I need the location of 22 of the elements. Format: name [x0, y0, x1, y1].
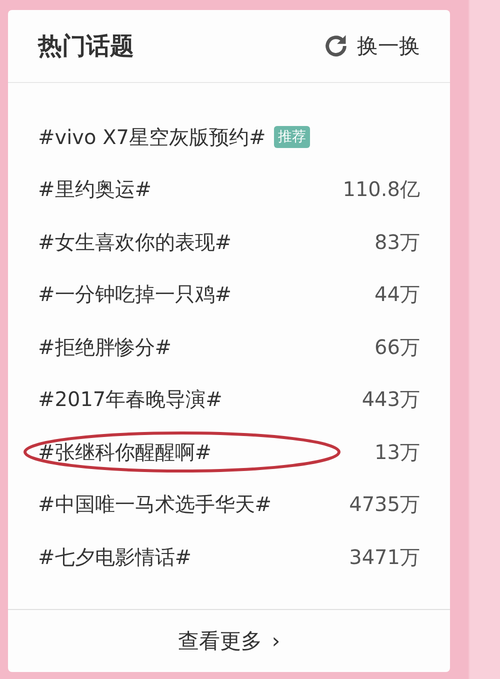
- topic-count: 4735万: [349, 491, 420, 518]
- more-link[interactable]: 查看更多 ›: [172, 626, 286, 656]
- topic-count: 83万: [374, 228, 420, 256]
- topic-count: 44万: [374, 281, 420, 308]
- refresh-icon: [323, 33, 349, 59]
- topic-link[interactable]: #一分钟吃掉一只鸡#: [38, 281, 232, 308]
- topic-link[interactable]: #拒绝胖惨分#: [38, 334, 172, 361]
- refresh-button[interactable]: 换一换: [323, 32, 420, 60]
- topic-link[interactable]: #vivo X7星空灰版预约#: [38, 124, 266, 151]
- panel-title: 热门话题: [38, 31, 134, 62]
- topic-count: 443万: [362, 386, 420, 414]
- chevron-icon: ›: [272, 629, 280, 653]
- topic-link[interactable]: #七夕电影情话#: [38, 544, 192, 571]
- topic-link[interactable]: #中国唯一马术选手华天#: [38, 491, 272, 518]
- topic-link[interactable]: #里约奥运#: [38, 176, 152, 204]
- topic-count: 66万: [374, 334, 420, 361]
- topic-count: 110.8亿: [342, 176, 420, 204]
- topic-count: 3471万: [349, 544, 420, 571]
- topic-link[interactable]: #2017年春晚导演#: [38, 386, 222, 414]
- topic-count: 13万: [374, 438, 420, 466]
- topic-link[interactable]: #女生喜欢你的表现#: [38, 228, 232, 256]
- recommend-tag: 推荐: [274, 126, 310, 148]
